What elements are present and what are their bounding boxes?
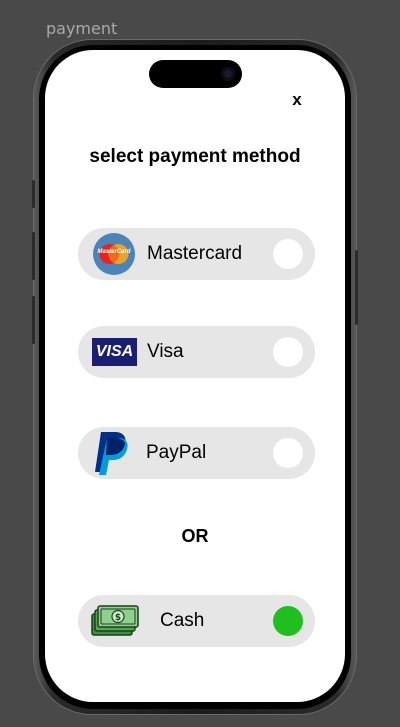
mastercard-logo-text: MasterCard [97,249,131,255]
volume-up-button [32,232,35,280]
payment-option-cash[interactable]: $ Cash [78,595,315,647]
mastercard-logo-icon: MasterCard [93,233,135,280]
dynamic-island [149,60,242,88]
paypal-logo-icon [92,430,132,481]
payment-option-visa[interactable]: VISA Visa [78,326,315,378]
or-separator: OR [181,526,209,546]
radio-button-selected[interactable] [273,606,303,636]
payment-option-paypal[interactable]: PayPal [78,427,315,479]
close-button[interactable]: x [287,90,307,110]
radio-button[interactable] [273,438,303,468]
power-button [355,250,358,325]
radio-button[interactable] [273,239,303,269]
payment-option-label: Mastercard [147,243,243,264]
payment-option-label: PayPal [146,442,207,463]
payment-option-label: Visa [147,341,184,362]
payment-option-label: Cash [160,610,205,631]
payment-option-mastercard[interactable]: MasterCard Mastercard [78,228,315,280]
svg-text:$: $ [115,613,121,623]
front-camera-icon [221,67,235,81]
radio-button[interactable] [273,337,303,367]
frame-label: payment [46,19,118,38]
cash-icon: $ [91,605,139,642]
page-title: select payment method [89,146,301,167]
phone-screen: x select payment method MasterCard Maste… [45,50,345,702]
silent-switch [32,180,35,208]
visa-logo-text: VISA [95,343,134,360]
visa-logo-icon: VISA [92,338,137,366]
volume-down-button [32,296,35,344]
